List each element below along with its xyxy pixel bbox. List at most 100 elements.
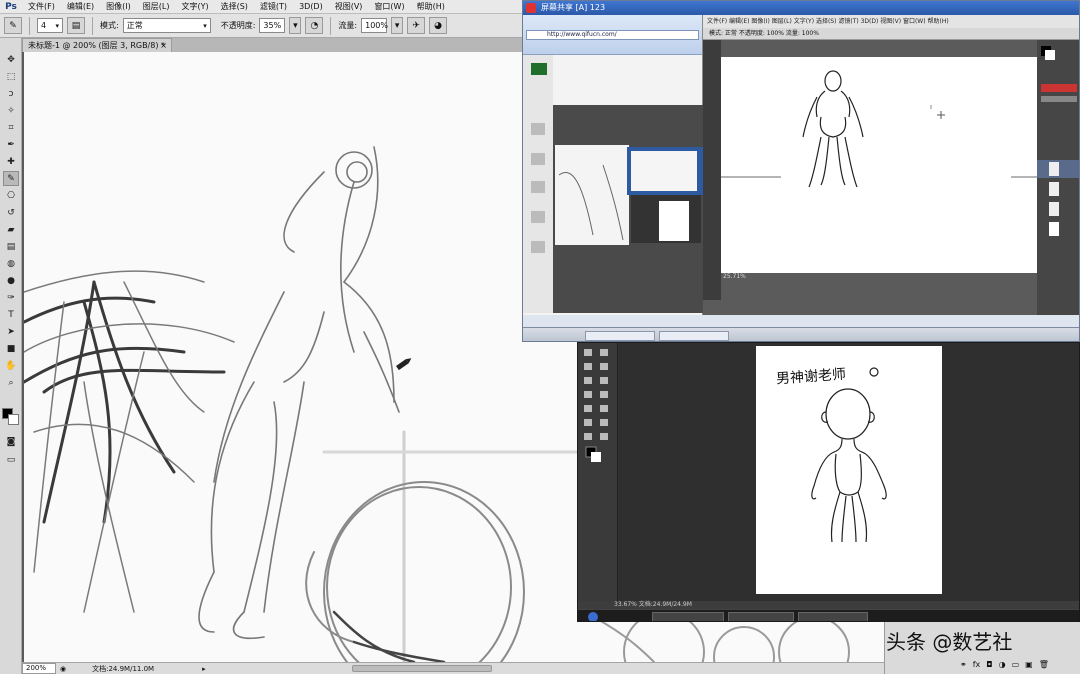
menu-list: 文件(F) 编辑(E) 图像(I) 图层(L) 文字(Y) 选择(S) 滤镜(T) 3D(D)… [22, 0, 451, 14]
menu-item[interactable]: 窗口(W) [368, 0, 410, 14]
reference-toolbox [578, 343, 618, 601]
menu-item[interactable]: 3D(D) [293, 0, 329, 14]
reference-taskbar-item[interactable] [728, 612, 794, 621]
status-arrow-icon[interactable]: ▸ [202, 665, 206, 673]
mode-label: 模式: [100, 21, 119, 30]
stamp-tool-icon[interactable]: ⎔ [3, 188, 19, 203]
hand-tool-icon[interactable]: ✋ [3, 358, 19, 373]
opacity-dropdown-icon[interactable]: ▾ [289, 17, 302, 34]
shared-browser-toolbar: http://www.qifucn.com/ [523, 15, 702, 55]
shared-browser-url: http://www.qifucn.com/ [526, 30, 699, 40]
menu-item[interactable]: 编辑(E) [61, 0, 100, 14]
start-button-icon[interactable] [588, 612, 598, 621]
layer-mask-icon[interactable]: ◘ [986, 660, 992, 669]
document-tab[interactable]: 未标题-1 @ 200% (图层 3, RGB/8) * × [22, 38, 172, 52]
lasso-tool-icon[interactable]: ↄ [3, 86, 19, 101]
shared-ps-status: 25.71% [723, 273, 746, 280]
menu-item[interactable]: 视图(V) [329, 0, 369, 14]
photoshop-logo: Ps [5, 1, 17, 12]
dodge-tool-icon[interactable]: ● [3, 273, 19, 288]
shape-tool-icon[interactable]: ■ [3, 341, 19, 356]
history-brush-icon[interactable]: ↺ [3, 205, 19, 220]
flow-field[interactable]: 100% [361, 18, 388, 33]
adjustment-layer-icon[interactable]: ◑ [999, 660, 1006, 669]
delete-layer-icon[interactable]: 🗑 [1039, 660, 1049, 669]
separator [29, 16, 30, 35]
quick-mask-icon[interactable]: ◙ [3, 434, 19, 449]
opacity-label: 不透明度: [220, 21, 256, 30]
reference-taskbar [578, 609, 1079, 621]
move-tool-icon[interactable]: ✥ [3, 52, 19, 67]
brush-size-picker[interactable]: 4 [37, 18, 63, 33]
screen-share-window[interactable]: 屏幕共享 [A] 123 http://www.qifucn.com/ 文件(F… [522, 0, 1080, 342]
layer-style-icon[interactable]: fx [973, 660, 981, 669]
pressure-size-icon[interactable]: ◕ [429, 17, 448, 34]
shared-ps-options: 模式: 正常 不透明度: 100% 流量: 100% [703, 28, 1079, 40]
color-swatches[interactable] [2, 408, 20, 426]
gradient-tool-icon[interactable]: ▤ [3, 239, 19, 254]
reference-window[interactable]: 男神谢老师 33.67% 文档:24.9M/24.9M [577, 342, 1080, 622]
shared-ps-toolbox [703, 40, 721, 300]
brush-tool-preset-icon[interactable]: ✎ [4, 17, 22, 34]
shared-photoshop-window: 文件(F) 编辑(E) 图像(I) 图层(L) 文字(Y) 选择(S) 滤镜(T… [703, 15, 1079, 315]
flow-label: 流量: [338, 21, 358, 30]
group-layers-icon[interactable]: ▭ [1012, 660, 1020, 669]
reference-taskbar-item[interactable] [652, 612, 724, 621]
airbrush-icon[interactable]: ✈ [407, 17, 426, 34]
horizontal-scrollbar[interactable] [352, 665, 492, 672]
healing-brush-icon[interactable]: ✚ [3, 154, 19, 169]
quick-select-icon[interactable]: ✧ [3, 103, 19, 118]
opacity-field[interactable]: 35% [259, 18, 286, 33]
shared-ps-menu: 文件(F) 编辑(E) 图像(I) 图层(L) 文字(Y) 选择(S) 滤镜(T… [703, 15, 1079, 28]
reference-taskbar-item[interactable] [798, 612, 868, 621]
menu-item[interactable]: 滤镜(T) [254, 0, 293, 14]
layers-panel-buttons: ⚭ fx ◘ ◑ ▭ ▣ 🗑 [960, 660, 1049, 669]
watermark: 头条 @数艺社 [886, 630, 1013, 654]
marquee-tool-icon[interactable]: ⬚ [3, 69, 19, 84]
pressure-opacity-icon[interactable]: ◔ [305, 17, 324, 34]
opacity-value: 35% [263, 21, 282, 30]
screen-mode-icon[interactable]: ▭ [3, 452, 19, 467]
status-info-icon[interactable]: ◉ [60, 665, 66, 673]
zoom-field[interactable]: 200% [22, 663, 56, 674]
shared-taskbar [523, 327, 1079, 341]
menu-item[interactable]: 选择(S) [215, 0, 254, 14]
menu-item[interactable]: 帮助(H) [411, 0, 451, 14]
link-layers-icon[interactable]: ⚭ [960, 660, 967, 669]
menu-item[interactable]: 图层(L) [137, 0, 176, 14]
menu-item[interactable]: 文字(Y) [175, 0, 214, 14]
brush-tool-icon[interactable]: ✎ [3, 171, 19, 186]
screen-share-titlebar[interactable]: 屏幕共享 [A] 123 [523, 1, 1079, 15]
menu-item[interactable]: 图像(I) [100, 0, 137, 14]
status-bar: 200% ◉ 文档:24.9M/11.0M ▸ [22, 662, 884, 674]
separator [330, 16, 332, 35]
menu-item[interactable]: 文件(F) [22, 0, 61, 14]
flow-value: 100% [365, 21, 388, 30]
screen-share-app-icon [526, 3, 536, 13]
mode-value: 正常 [126, 21, 143, 30]
eyedropper-icon[interactable]: ✒ [3, 137, 19, 152]
document-tab-title: 未标题-1 @ 200% (图层 3, RGB/8) * [28, 41, 166, 50]
close-icon[interactable]: × [160, 39, 167, 52]
type-tool-icon[interactable]: T [3, 307, 19, 322]
path-select-icon[interactable]: ➤ [3, 324, 19, 339]
shared-taskbar-item [659, 331, 729, 341]
shared-ps-canvas [721, 57, 1037, 273]
zoom-tool-icon[interactable]: ⌕ [3, 375, 19, 390]
screen-share-title: 屏幕共享 [A] 123 [541, 3, 606, 12]
brush-cursor [396, 358, 412, 371]
shared-figure-drawing [721, 70, 1037, 188]
flow-dropdown-icon[interactable]: ▾ [391, 17, 404, 34]
shared-browser-content [523, 55, 703, 313]
blur-tool-icon[interactable]: ◍ [3, 256, 19, 271]
crop-tool-icon[interactable]: ⌗ [3, 120, 19, 135]
shared-ps-layers-panel [1037, 40, 1079, 315]
eraser-icon[interactable]: ▰ [3, 222, 19, 237]
toolbox: ✥ ⬚ ↄ ✧ ⌗ ✒ ✚ ✎ ⎔ ↺ ▰ ▤ ◍ ● ✑ T ➤ ■ ✋ ⌕ ◙ ▭ [0, 38, 22, 674]
brush-panel-toggle-icon[interactable]: ▤ [67, 17, 85, 34]
mode-select[interactable]: 正常 [122, 18, 211, 33]
pen-tool-icon[interactable]: ✑ [3, 290, 19, 305]
new-layer-icon[interactable]: ▣ [1025, 660, 1033, 669]
separator [92, 16, 93, 35]
reference-canvas: 男神谢老师 [756, 346, 942, 594]
